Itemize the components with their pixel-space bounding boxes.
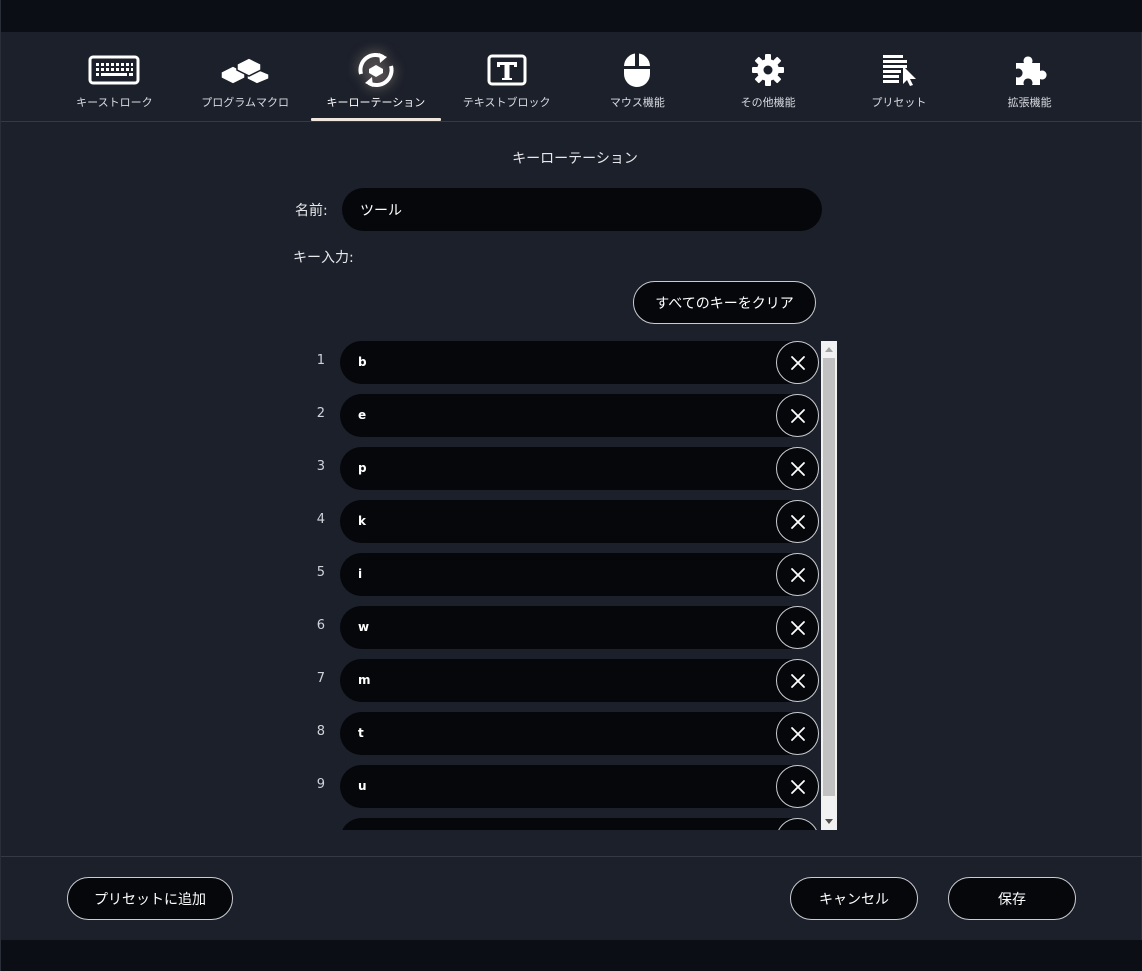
key-input[interactable]: b <box>340 341 792 384</box>
scroll-up-arrow-icon[interactable] <box>825 347 833 352</box>
key-row-index: 9 <box>316 777 325 792</box>
key-row: 9u <box>301 765 821 808</box>
gear-icon <box>740 50 796 90</box>
key-row-index: 6 <box>316 618 325 633</box>
mouse-icon <box>609 50 665 90</box>
tab-label: プリセット <box>871 96 927 109</box>
tab-program-macro[interactable]: プログラムマクロ <box>180 32 311 122</box>
close-icon <box>790 620 805 635</box>
save-button[interactable]: 保存 <box>948 877 1076 920</box>
tab-label: プログラムマクロ <box>201 96 289 109</box>
key-input[interactable]: w <box>340 606 792 649</box>
scroll-down-arrow-icon[interactable] <box>825 819 833 824</box>
key-input[interactable]: k <box>340 500 792 543</box>
close-icon <box>790 726 805 741</box>
key-list-scrollbar[interactable] <box>821 341 837 830</box>
clear-all-keys-button[interactable]: すべてのキーをクリア <box>633 281 816 324</box>
remove-key-button[interactable] <box>776 447 819 490</box>
key-row: 8t <box>301 712 821 755</box>
function-tabs: キーストローク プログラムマクロ キーローテーション テキストブロック マウス機… <box>49 32 1095 122</box>
footer-divider <box>1 856 1142 857</box>
keys-label: キー入力: <box>293 250 354 266</box>
scrollbar-thumb[interactable] <box>823 358 835 796</box>
key-row-index: 8 <box>316 724 325 739</box>
close-icon <box>790 567 805 582</box>
remove-key-button[interactable] <box>776 659 819 702</box>
cancel-button[interactable]: キャンセル <box>790 877 918 920</box>
keyboard-icon <box>86 50 142 90</box>
key-list: 1b 2e 3p 4k 5i 6w 7m 8t 9u <box>301 341 821 830</box>
tab-text-block[interactable]: テキストブロック <box>441 32 572 122</box>
key-row: 2e <box>301 394 821 437</box>
preset-list-icon <box>871 50 927 90</box>
name-label: 名前: <box>295 203 328 219</box>
key-row-index: 4 <box>316 512 325 527</box>
key-row-index: 1 <box>316 353 325 368</box>
puzzle-icon <box>1002 50 1058 90</box>
macro-blocks-icon <box>217 50 273 90</box>
remove-key-button[interactable] <box>776 765 819 808</box>
tab-label: テキストブロック <box>462 96 551 109</box>
remove-key-button[interactable] <box>776 500 819 543</box>
key-row-index: 5 <box>316 565 325 580</box>
close-icon <box>790 355 805 370</box>
key-row-index: 2 <box>316 406 325 421</box>
close-icon <box>790 514 805 529</box>
key-rotation-icon <box>348 50 404 90</box>
key-input[interactable]: u <box>340 765 792 808</box>
key-row: 1b <box>301 341 821 384</box>
key-input[interactable]: p <box>340 447 792 490</box>
remove-key-button[interactable] <box>776 712 819 755</box>
tab-preset[interactable]: プリセット <box>834 32 965 122</box>
title-bar <box>1 0 1142 32</box>
remove-key-button[interactable] <box>776 394 819 437</box>
tab-key-rotation[interactable]: キーローテーション <box>310 32 442 122</box>
close-icon <box>790 408 805 423</box>
key-input[interactable]: m <box>340 659 792 702</box>
key-row: 7m <box>301 659 821 702</box>
tab-divider <box>1 121 1142 122</box>
tab-label: その他機能 <box>740 96 796 109</box>
key-input[interactable] <box>340 818 792 830</box>
tab-label: キーローテーション <box>326 96 426 109</box>
key-input[interactable]: t <box>340 712 792 755</box>
key-input[interactable]: e <box>340 394 792 437</box>
close-icon <box>790 779 805 794</box>
key-row-index: 3 <box>316 459 325 474</box>
tab-mouse[interactable]: マウス機能 <box>572 32 703 122</box>
add-to-preset-button[interactable]: プリセットに追加 <box>67 877 233 920</box>
key-row: 3p <box>301 447 821 490</box>
tab-label: 拡張機能 <box>1007 96 1052 109</box>
key-input[interactable]: i <box>340 553 792 596</box>
tab-label: キーストローク <box>76 96 153 109</box>
key-row: 6w <box>301 606 821 649</box>
tab-label: マウス機能 <box>609 96 665 109</box>
key-row: 5i <box>301 553 821 596</box>
close-icon <box>790 461 805 476</box>
remove-key-button[interactable] <box>776 606 819 649</box>
tab-other[interactable]: その他機能 <box>703 32 834 122</box>
tab-keystroke[interactable]: キーストローク <box>49 32 180 122</box>
name-input[interactable] <box>342 188 822 231</box>
close-icon <box>790 673 805 688</box>
text-block-icon <box>479 50 535 90</box>
remove-key-button[interactable] <box>776 553 819 596</box>
key-row: 4k <box>301 500 821 543</box>
key-row <box>301 818 821 830</box>
key-row-index: 7 <box>316 671 325 686</box>
key-rotation-dialog: キーストローク プログラムマクロ キーローテーション テキストブロック マウス機… <box>0 0 1142 971</box>
bottom-bar <box>1 940 1142 971</box>
tab-extension[interactable]: 拡張機能 <box>964 32 1095 122</box>
remove-key-button[interactable] <box>776 341 819 384</box>
page-title: キーローテーション <box>512 151 638 167</box>
